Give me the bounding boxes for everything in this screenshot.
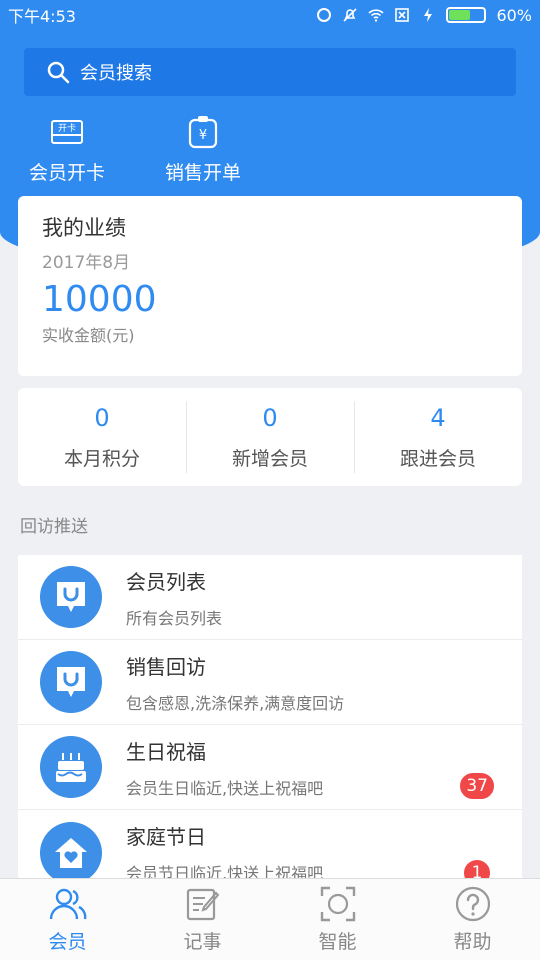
- list-item-subtitle: 所有会员列表: [126, 608, 223, 628]
- sim-off-icon: [395, 8, 410, 22]
- stat-monthly-points[interactable]: 0 本月积分: [18, 401, 186, 473]
- performance-card[interactable]: 我的业绩 2017年8月 10000 实收金额(元): [18, 196, 522, 376]
- performance-amount: 10000: [42, 279, 157, 320]
- notification-badge: 37: [458, 771, 496, 801]
- scan-icon: [320, 885, 356, 923]
- tab-smart[interactable]: 智能: [270, 879, 405, 960]
- stat-value: 4: [430, 403, 446, 432]
- tab-help[interactable]: 帮助: [405, 879, 540, 960]
- stat-new-members[interactable]: 0 新增会员: [186, 401, 354, 473]
- search-icon: [47, 61, 70, 84]
- svg-text:开卡: 开卡: [58, 122, 76, 134]
- stat-label: 本月积分: [63, 447, 140, 470]
- list-item-title: 生日祝福: [126, 739, 206, 764]
- search-placeholder: 会员搜索: [80, 63, 152, 84]
- battery-icon: [446, 7, 487, 23]
- status-time: 下午4:53: [8, 7, 76, 26]
- list-item-sales-visit[interactable]: 销售回访 包含感恩,洗涤保养,满意度回访: [18, 640, 522, 725]
- member-icon: [49, 885, 87, 923]
- battery-level: [449, 10, 470, 20]
- stat-label: 跟进会员: [399, 447, 476, 470]
- battery-percent: 60%: [496, 5, 532, 25]
- sync-icon: [317, 8, 332, 22]
- wifi-icon: [368, 9, 384, 22]
- note-icon: [185, 885, 221, 923]
- tab-label: 智能: [318, 931, 357, 953]
- tab-label: 记事: [183, 931, 222, 953]
- list-item-title: 会员列表: [126, 569, 206, 594]
- quick-action-label: 会员开卡: [28, 162, 105, 184]
- list-item-member-list[interactable]: 会员列表 所有会员列表: [18, 555, 522, 640]
- list-item-title: 家庭节日: [126, 825, 206, 849]
- performance-amount-label: 实收金额(元): [42, 326, 135, 345]
- list-item-subtitle: 包含感恩,洗涤保养,满意度回访: [126, 693, 345, 713]
- stat-followup-members[interactable]: 4 跟进会员: [354, 401, 522, 473]
- tab-member[interactable]: 会员: [0, 879, 135, 960]
- tab-label: 会员: [48, 931, 87, 953]
- stat-label: 新增会员: [231, 447, 308, 470]
- status-bar: 下午4:53 60%: [0, 0, 540, 30]
- svg-text:¥: ¥: [199, 128, 207, 143]
- help-icon: [455, 885, 491, 923]
- bottom-tab-bar: 会员 记事 智能 帮助: [0, 878, 540, 960]
- performance-title: 我的业绩: [42, 216, 126, 240]
- push-list: 会员列表 所有会员列表 销售回访 包含感恩,洗涤保养,满意度回访 生日祝福 会员…: [18, 555, 522, 895]
- bag-icon: [40, 651, 102, 713]
- stat-value: 0: [262, 403, 278, 432]
- stat-value: 0: [94, 403, 110, 432]
- section-title: 回访推送: [20, 517, 88, 537]
- bag-icon: [40, 566, 102, 628]
- search-bar[interactable]: 会员搜索: [24, 48, 516, 96]
- cake-icon: [40, 736, 102, 798]
- quick-action-open-card[interactable]: 开卡 会员开卡: [24, 112, 110, 185]
- home-heart-icon: [40, 821, 102, 884]
- tab-note[interactable]: 记事: [135, 879, 270, 960]
- performance-month: 2017年8月: [42, 253, 131, 273]
- tab-label: 帮助: [453, 931, 492, 953]
- quick-action-sales-order[interactable]: ¥ 销售开单: [160, 112, 246, 185]
- list-item-subtitle: 会员生日临近,快送上祝福吧: [126, 778, 324, 798]
- stats-card: 0 本月积分 0 新增会员 4 跟进会员: [18, 388, 522, 486]
- yuan-clipboard-icon: ¥: [188, 112, 218, 152]
- list-item-birthday[interactable]: 生日祝福 会员生日临近,快送上祝福吧 37: [18, 725, 522, 810]
- list-item-title: 销售回访: [126, 654, 206, 679]
- mute-icon: [343, 8, 358, 22]
- card-icon: 开卡: [50, 112, 84, 152]
- charging-icon: [424, 8, 433, 22]
- quick-action-label: 销售开单: [164, 162, 241, 184]
